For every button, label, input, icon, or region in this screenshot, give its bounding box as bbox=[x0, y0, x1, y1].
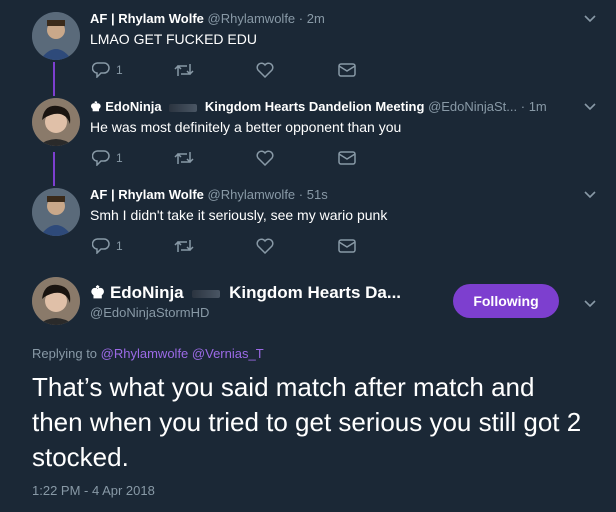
avatar[interactable] bbox=[32, 98, 80, 146]
retweet-button[interactable] bbox=[174, 62, 256, 78]
reply-icon bbox=[92, 62, 110, 78]
like-button[interactable] bbox=[256, 150, 338, 166]
avatar[interactable] bbox=[32, 188, 80, 236]
tweet-actions: 1 bbox=[92, 150, 356, 166]
dm-button[interactable] bbox=[338, 151, 356, 165]
reply-icon bbox=[92, 238, 110, 254]
handle[interactable]: @EdoNinjaSt... bbox=[428, 99, 517, 114]
tweet-text: Smh I didn't take it seriously, see my w… bbox=[90, 207, 388, 223]
dm-icon bbox=[338, 63, 356, 77]
dm-icon bbox=[338, 239, 356, 253]
display-name-suffix: Kingdom Hearts Da... bbox=[229, 283, 402, 302]
display-name[interactable]: AF | Rhylam Wolfe bbox=[90, 187, 204, 202]
replying-to: Replying to @Rhylamwolfe @Vernias_T bbox=[32, 346, 264, 361]
handle[interactable]: @Rhylamwolfe bbox=[208, 11, 296, 26]
retweet-button[interactable] bbox=[174, 150, 256, 166]
like-icon bbox=[256, 62, 274, 78]
tweet-actions: 1 bbox=[92, 62, 356, 78]
like-icon bbox=[256, 150, 274, 166]
tweet-timestamp[interactable]: 1:22 PM - 4 Apr 2018 bbox=[32, 483, 155, 498]
dm-button[interactable] bbox=[338, 63, 356, 77]
like-button[interactable] bbox=[256, 62, 338, 78]
thread-line bbox=[53, 152, 55, 186]
reply-count: 1 bbox=[116, 151, 123, 165]
like-icon bbox=[256, 238, 274, 254]
reply-button[interactable]: 1 bbox=[92, 62, 174, 78]
dm-icon bbox=[338, 151, 356, 165]
mention-link[interactable]: @Rhylamwolfe bbox=[101, 346, 189, 361]
tweet-header: AF | Rhylam Wolfe @Rhylamwolfe · 2m bbox=[90, 11, 325, 26]
tweet-text: LMAO GET FUCKED EDU bbox=[90, 31, 257, 47]
reply-button[interactable]: 1 bbox=[92, 238, 174, 254]
retweet-icon bbox=[174, 240, 194, 252]
like-button[interactable] bbox=[256, 238, 338, 254]
arrow-emoji-icon bbox=[169, 103, 198, 112]
tweet-time[interactable]: · 1m bbox=[521, 99, 547, 114]
display-name[interactable]: AF | Rhylam Wolfe bbox=[90, 11, 204, 26]
following-button[interactable]: Following bbox=[453, 284, 559, 318]
tweet-time[interactable]: · 2m bbox=[299, 11, 325, 26]
main-display-name[interactable]: ♚ EdoNinja Kingdom Hearts Da... bbox=[90, 283, 401, 303]
tweet-actions: 1 bbox=[92, 238, 356, 254]
tweet-text: He was most definitely a better opponent… bbox=[90, 119, 402, 135]
main-handle[interactable]: @EdoNinjaStormHD bbox=[90, 305, 209, 320]
chevron-down-icon[interactable] bbox=[584, 297, 596, 311]
reply-button[interactable]: 1 bbox=[92, 150, 174, 166]
replying-label: Replying to bbox=[32, 346, 98, 361]
display-name-suffix[interactable]: Kingdom Hearts Dandelion Meeting bbox=[205, 99, 425, 114]
tweet-header: ♚ EdoNinja Kingdom Hearts Dandelion Meet… bbox=[90, 99, 547, 115]
reply-icon bbox=[92, 150, 110, 166]
display-name-prefix: ♚ EdoNinja bbox=[90, 283, 184, 302]
chevron-down-icon[interactable] bbox=[584, 100, 596, 114]
retweet-icon bbox=[174, 152, 194, 164]
reply-count: 1 bbox=[116, 63, 123, 77]
avatar[interactable] bbox=[32, 12, 80, 60]
handle[interactable]: @Rhylamwolfe bbox=[208, 187, 296, 202]
avatar[interactable] bbox=[32, 277, 80, 325]
thread-line bbox=[53, 62, 55, 96]
main-tweet-text: That’s what you said match after match a… bbox=[32, 372, 582, 472]
reply-count: 1 bbox=[116, 239, 123, 253]
retweet-button[interactable] bbox=[174, 238, 256, 254]
arrow-emoji-icon bbox=[192, 289, 221, 298]
display-name-prefix[interactable]: ♚ EdoNinja bbox=[90, 99, 162, 114]
mention-link[interactable]: @Vernias_T bbox=[192, 346, 264, 361]
tweet-time[interactable]: · 51s bbox=[299, 187, 328, 202]
retweet-icon bbox=[174, 64, 194, 76]
chevron-down-icon[interactable] bbox=[584, 188, 596, 202]
chevron-down-icon[interactable] bbox=[584, 12, 596, 26]
tweet-header: AF | Rhylam Wolfe @Rhylamwolfe · 51s bbox=[90, 187, 328, 202]
dm-button[interactable] bbox=[338, 239, 356, 253]
